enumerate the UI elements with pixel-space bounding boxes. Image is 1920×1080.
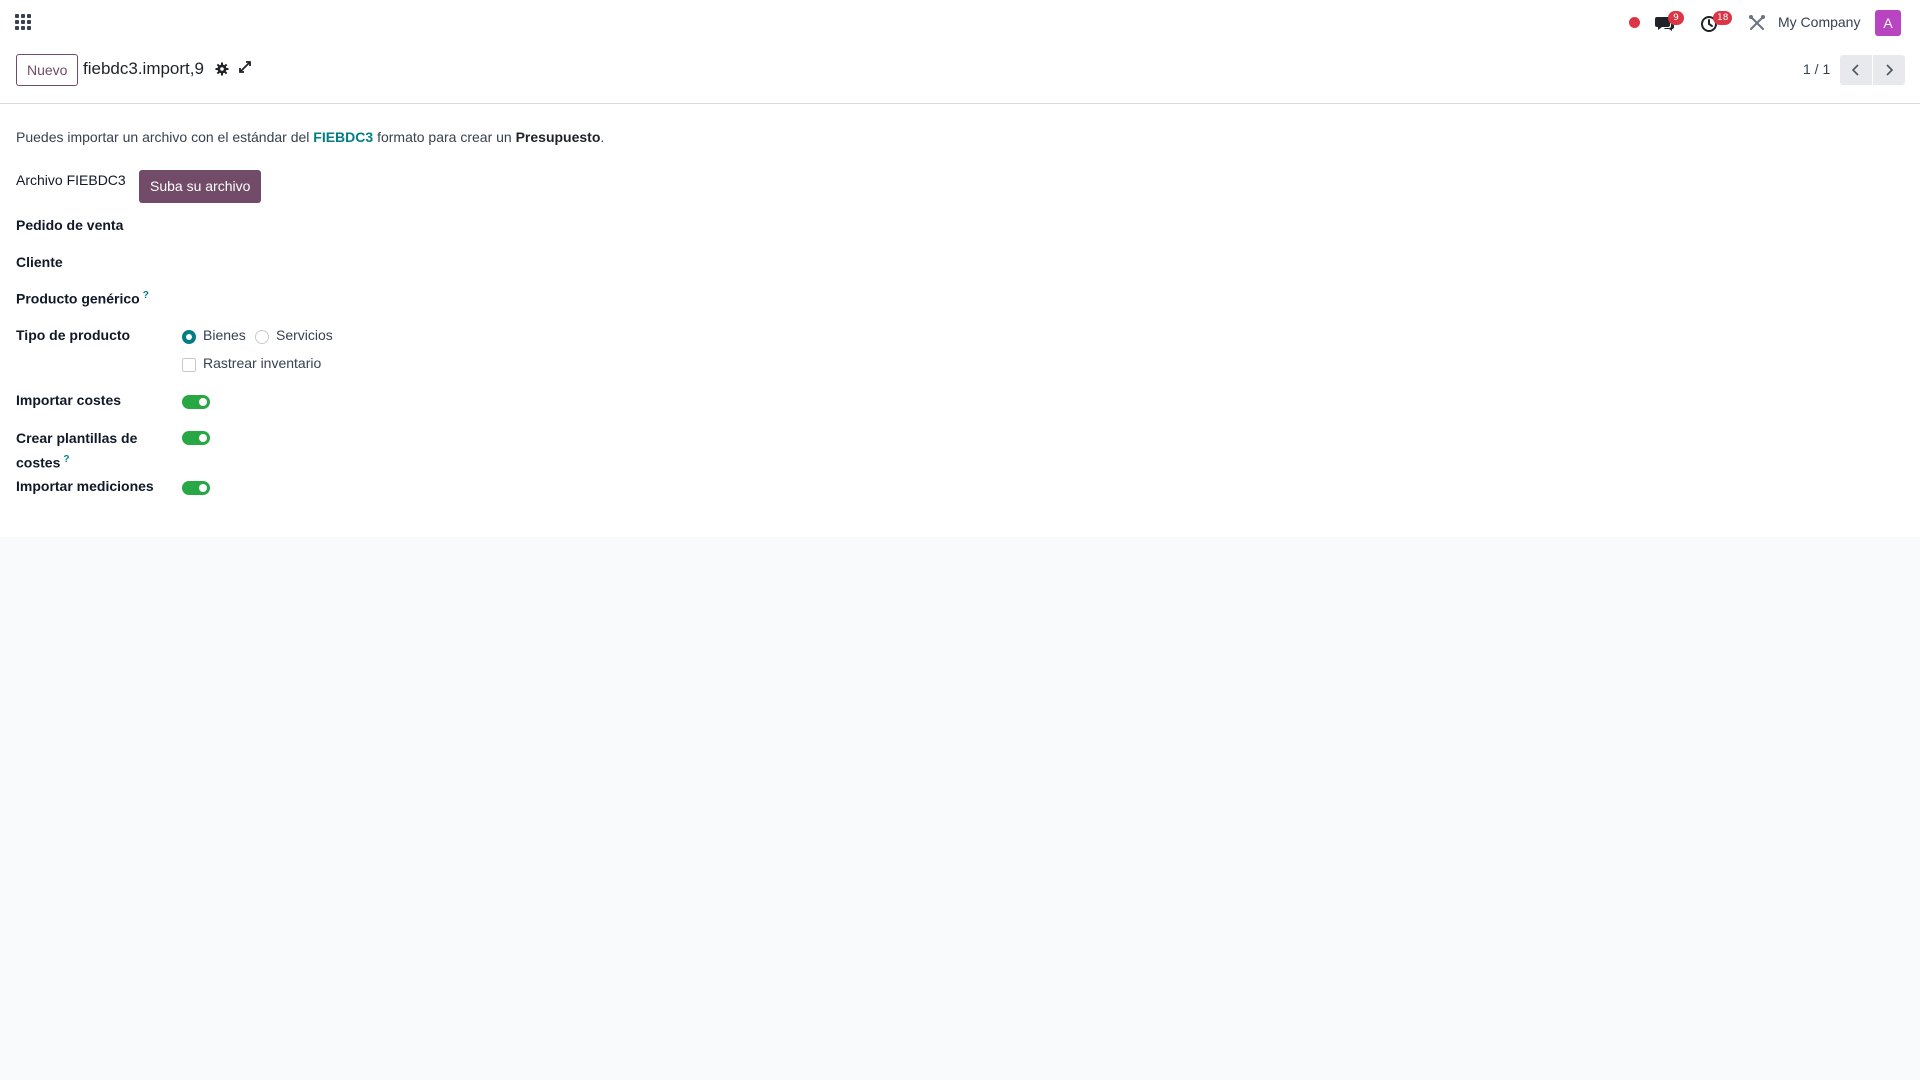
user-avatar[interactable]: A <box>1875 10 1901 36</box>
form-sheet: Puedes importar un archivo con el estánd… <box>0 104 1920 537</box>
expand-icon[interactable] <box>237 59 253 75</box>
track-inventory-label[interactable]: Rastrear inventario <box>203 355 321 371</box>
generic-product-help-icon[interactable]: ? <box>143 290 149 301</box>
track-inventory-checkbox[interactable] <box>182 358 196 372</box>
new-record-button[interactable]: Nuevo <box>16 54 79 86</box>
cost-templates-toggle[interactable] <box>182 431 210 445</box>
company-switcher[interactable]: My Company <box>1778 14 1860 30</box>
activities-count-badge: 18 <box>1713 11 1733 25</box>
import-measurements-toggle[interactable] <box>182 481 210 495</box>
intro-before: Puedes importar un archivo con el estánd… <box>16 129 314 145</box>
intro-target: Presupuesto <box>515 129 601 145</box>
customer-label: Cliente <box>16 254 63 270</box>
intro-after: . <box>600 129 605 145</box>
chevron-right-icon <box>1886 64 1894 76</box>
intro-middle: formato para crear un <box>373 129 516 145</box>
recording-indicator-icon[interactable] <box>1629 17 1640 28</box>
pager-value[interactable]: 1 / 1 <box>1803 61 1830 77</box>
debug-tools-icon[interactable] <box>1747 13 1769 35</box>
radio-bienes-label[interactable]: Bienes <box>203 327 246 343</box>
record-breadcrumb-title: fiebdc3.import,9 <box>83 59 204 78</box>
radio-bienes[interactable] <box>182 330 196 344</box>
cost-templates-label-line2: costes <box>16 454 61 471</box>
control-panel: Nuevo fiebdc3.import,9 1 / 1 <box>0 46 1920 104</box>
cost-templates-label-line1: Crear plantillas de <box>16 430 138 446</box>
intro-format: FIEBDC3 <box>313 129 374 145</box>
pager-previous-button[interactable] <box>1840 55 1872 85</box>
sale-order-label: Pedido de venta <box>16 217 124 233</box>
cost-templates-help-icon[interactable]: ? <box>63 454 69 465</box>
chevron-left-icon <box>1851 64 1859 76</box>
radio-servicios-label[interactable]: Servicios <box>276 327 333 343</box>
import-costs-label: Importar costes <box>16 392 122 408</box>
product-type-label: Tipo de producto <box>16 327 131 343</box>
file-label: Archivo FIEBDC3 <box>16 172 126 188</box>
top-navbar: 9 18 My Company A <box>0 0 1920 46</box>
pager-next-button[interactable] <box>1873 55 1905 85</box>
upload-file-button[interactable]: Suba su archivo <box>139 170 262 203</box>
intro-text: Puedes importar un archivo con el estánd… <box>16 129 604 145</box>
messages-count-badge: 9 <box>1668 11 1684 25</box>
apps-menu-grid-icon[interactable] <box>14 13 32 31</box>
import-measurements-label: Importar mediciones <box>16 478 154 494</box>
gear-icon[interactable] <box>214 61 230 77</box>
generic-product-label: Producto genérico? <box>16 290 149 307</box>
generic-product-label-text: Producto genérico <box>16 290 140 307</box>
cost-templates-label: Crear plantillas de costes? <box>16 428 137 474</box>
radio-servicios[interactable] <box>255 330 269 344</box>
import-costs-toggle[interactable] <box>182 395 210 409</box>
